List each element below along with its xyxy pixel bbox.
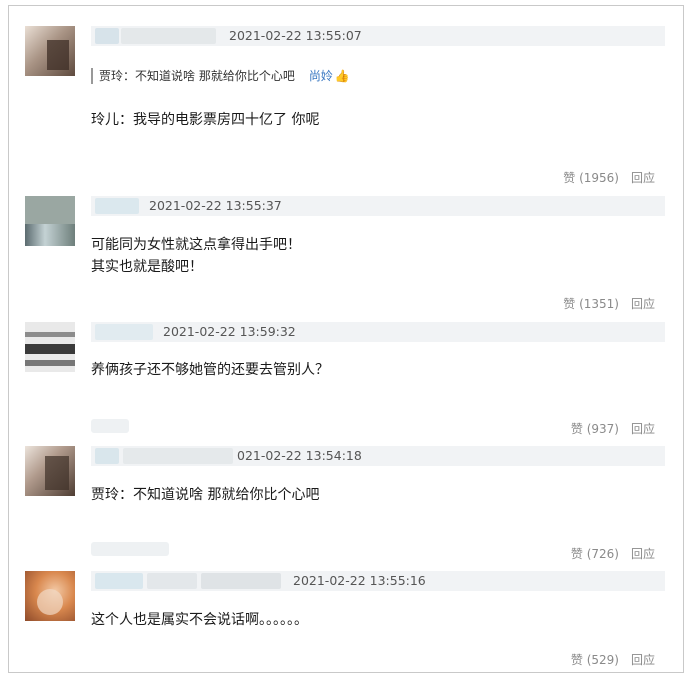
reply-button[interactable]: 回应: [631, 422, 655, 436]
like-count: (937): [586, 422, 619, 436]
timestamp: 2021-02-22 13:55:37: [149, 198, 282, 213]
quote-text: 贾玲：不知道说啥 那就给你比个心吧: [99, 69, 295, 83]
comment-header: 2021-02-22 13:55:07: [91, 26, 665, 46]
quote-author-link[interactable]: 尚姈: [309, 69, 333, 83]
comment-list: 2021-02-22 13:55:07 贾玲：不知道说啥 那就给你比个心吧 尚姈 👍…: [8, 5, 684, 673]
quoted-comment: 贾玲：不知道说啥 那就给你比个心吧 尚姈 👍: [91, 68, 350, 84]
avatar[interactable]: [25, 196, 75, 246]
comment-actions: 赞 (937) 回应: [571, 420, 655, 437]
comment-text: 养俩孩子还不够她管的还要去管别人？: [91, 362, 329, 378]
like-button[interactable]: 赞 (1351): [563, 297, 619, 311]
username-blurred[interactable]: [95, 448, 119, 464]
username-blurred[interactable]: [95, 573, 143, 589]
like-count: (529): [586, 653, 619, 667]
comment-header: 2021-02-22 13:59:32: [91, 322, 665, 342]
comment-text: 玲儿：我导的电影票房四十亿了 你呢: [91, 112, 320, 128]
blurred-element: [91, 542, 169, 556]
username-blurred[interactable]: [95, 28, 119, 44]
like-count: (1956): [579, 171, 619, 185]
avatar[interactable]: [25, 571, 75, 621]
timestamp: 2021-02-22 13:59:32: [163, 324, 296, 339]
comment-header: 2021-02-22 13:55:37: [91, 196, 665, 216]
like-button[interactable]: 赞 (937): [571, 422, 619, 436]
comment-text: 贾玲：不知道说啥 那就给你比个心吧: [91, 487, 320, 503]
blurred-element: [91, 419, 129, 433]
avatar[interactable]: [25, 322, 75, 372]
comment-actions: 赞 (529) 回应: [571, 651, 655, 668]
like-count: (1351): [579, 297, 619, 311]
timestamp: 021-02-22 13:54:18: [237, 448, 362, 463]
reply-button[interactable]: 回应: [631, 547, 655, 561]
like-button[interactable]: 赞 (1956): [563, 171, 619, 185]
timestamp: 2021-02-22 13:55:16: [293, 573, 426, 588]
reply-button[interactable]: 回应: [631, 171, 655, 185]
username-blurred[interactable]: [123, 448, 233, 464]
like-button[interactable]: 赞 (529): [571, 653, 619, 667]
avatar[interactable]: [25, 26, 75, 76]
thumbs-up-icon: 👍: [334, 69, 350, 83]
comment-text: 这个人也是属实不会说话啊。。。。。。: [91, 612, 308, 628]
comment-actions: 赞 (726) 回应: [571, 545, 655, 562]
comment-actions: 赞 (1351) 回应: [563, 295, 655, 312]
username-blurred[interactable]: [95, 324, 153, 340]
reply-button[interactable]: 回应: [631, 653, 655, 667]
username-blurred[interactable]: [95, 198, 139, 214]
comment-header: 2021-02-22 13:55:16: [91, 571, 665, 591]
like-button[interactable]: 赞 (726): [571, 547, 619, 561]
username-blurred[interactable]: [121, 28, 216, 44]
like-count: (726): [586, 547, 619, 561]
comment-actions: 赞 (1956) 回应: [563, 169, 655, 186]
username-blurred[interactable]: [201, 573, 281, 589]
comment-text: 可能同为女性就这点拿得出手吧！ 其实也就是酸吧！: [91, 237, 301, 275]
avatar[interactable]: [25, 446, 75, 496]
timestamp: 2021-02-22 13:55:07: [229, 28, 362, 43]
reply-button[interactable]: 回应: [631, 297, 655, 311]
username-blurred[interactable]: [147, 573, 197, 589]
comment-header: 021-02-22 13:54:18: [91, 446, 665, 466]
